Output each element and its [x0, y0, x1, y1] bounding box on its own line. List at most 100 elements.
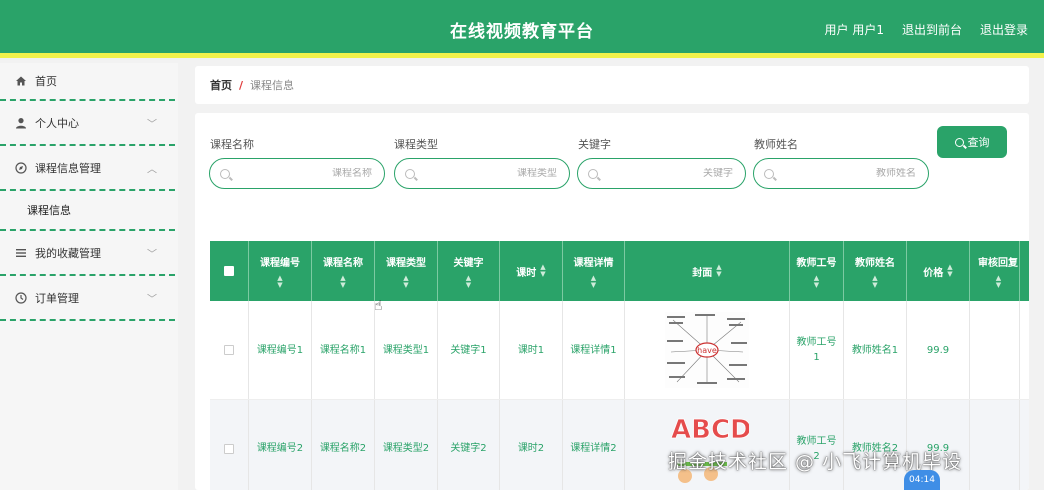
hours-cell: 课时1 — [500, 301, 563, 399]
search-icon — [764, 168, 774, 179]
column-label: 审核回复 — [978, 257, 1018, 269]
sidebar-item-favorites[interactable]: 我的收藏管理 ﹀ — [0, 231, 175, 276]
sidebar-item-label: 订单管理 — [35, 291, 79, 305]
course-id-cell: 课程编号2 — [249, 400, 312, 490]
sidebar-item-orders[interactable]: 订单管理 ﹀ — [0, 276, 175, 321]
chevron-up-icon: ︿ — [147, 164, 157, 175]
search-button-label: 查询 — [967, 136, 990, 149]
keyword-cell: 关键字2 — [438, 400, 500, 490]
row-select-cell — [210, 400, 249, 490]
sort-icon: ▲ ▼ — [947, 263, 953, 278]
sidebar-item-label: 首页 — [35, 75, 57, 88]
course-type-input[interactable] — [415, 168, 557, 179]
current-user[interactable]: 用户 用户1 — [825, 21, 884, 38]
sort-icon: ▲ ▼ — [540, 263, 546, 278]
search-icon — [220, 168, 230, 179]
sort-icon: ▲ ▼ — [340, 273, 346, 289]
search-icon — [405, 168, 415, 179]
breadcrumb: 首页 / 课程信息 — [195, 66, 1029, 104]
breadcrumb-home[interactable]: 首页 — [210, 77, 232, 93]
sort-icon: ▲ ▼ — [995, 273, 1002, 289]
keyword-input[interactable] — [598, 168, 733, 179]
search-icon — [954, 137, 964, 147]
main-panel: 课程名称 课程类型 关键字 教师姓名 查询 课程编号 ▲▼ — [195, 113, 1029, 490]
sidebar-item-label: 个人中心 — [35, 116, 79, 130]
review-reply-cell — [970, 400, 1020, 490]
breadcrumb-current: 课程信息 — [250, 79, 295, 92]
course-type-cell: 课程类型1 — [375, 301, 438, 399]
course-name-cell: 课程名称1 — [312, 301, 375, 399]
column-header-teacher-name[interactable]: 教师姓名 ▲ ▼ — [844, 241, 907, 301]
select-all-cell — [210, 241, 249, 301]
keyword-search-field — [577, 158, 746, 189]
sidebar-item-home[interactable]: 首页 — [0, 63, 175, 101]
column-label: 封面 — [692, 267, 713, 279]
table-header: 课程编号 ▲ ▼ 课程名称 ▲ ▼ 课程类型 ▲ ▼ 关键字 ▲ ▼ 课时 ▲ ▼ 课程详… — [210, 241, 1029, 301]
teacher-name-search-field — [753, 158, 929, 189]
back-to-front-link[interactable]: 退出到前台 — [902, 21, 962, 38]
logout-link[interactable]: 退出登录 — [980, 21, 1028, 38]
column-label: 教师工号 — [796, 257, 837, 269]
teacher-name-cell: 教师姓名2 — [844, 400, 907, 490]
hours-cell: 课时2 — [500, 400, 563, 490]
compass-icon — [14, 161, 28, 175]
column-header-course-id[interactable]: 课程编号 ▲ ▼ — [249, 241, 312, 301]
column-label: 课程编号 — [260, 257, 300, 269]
sort-icon: ▲ ▼ — [465, 273, 472, 289]
select-all-checkbox[interactable] — [224, 266, 234, 276]
search-label-teacher-name: 教师姓名 — [754, 138, 798, 151]
course-id-cell: 课程编号1 — [249, 301, 312, 399]
sidebar-item-course-management[interactable]: 课程信息管理 ︿ — [0, 146, 175, 191]
column-header-course-name[interactable]: 课程名称 ▲ ▼ — [312, 241, 375, 301]
column-header-hours[interactable]: 课时 ▲ ▼ — [500, 241, 563, 301]
search-label-keyword: 关键字 — [578, 138, 611, 151]
course-name-input[interactable] — [230, 168, 372, 179]
keyword-cell: 关键字1 — [438, 301, 500, 399]
column-label: 价格 — [923, 267, 944, 279]
cover-image-mindmap[interactable]: have — [665, 312, 749, 388]
price-cell: 99.9 — [907, 301, 970, 399]
column-label: 课时 — [516, 267, 537, 279]
sort-icon: ▲ ▼ — [277, 273, 283, 289]
video-time-badge: 04:14 — [904, 470, 940, 490]
row-checkbox[interactable] — [224, 345, 234, 355]
column-label: 课程类型 — [386, 257, 426, 269]
user-icon — [14, 116, 28, 130]
column-header-course-type[interactable]: 课程类型 ▲ ▼ — [375, 241, 438, 301]
row-checkbox[interactable] — [224, 443, 234, 454]
sidebar-subitem-course-info[interactable]: 课程信息 — [0, 191, 175, 231]
search-button[interactable]: 查询 — [937, 126, 1007, 158]
course-name-cell: 课程名称2 — [312, 400, 375, 490]
table-row[interactable]: 课程编号1 课程名称1 课程类型1 关键字1 课时1 课程详情1 have 教师… — [210, 301, 1029, 399]
cover-cell: have — [625, 301, 790, 399]
sidebar-item-personal-center[interactable]: 个人中心 ﹀ — [0, 101, 175, 146]
column-label: 教师姓名 — [855, 257, 895, 269]
column-header-price[interactable]: 价格 ▲ ▼ — [907, 241, 970, 301]
search-label-course-name: 课程名称 — [210, 138, 254, 151]
search-icon — [588, 168, 598, 179]
chevron-down-icon: ﹀ — [147, 119, 157, 130]
sort-icon: ▲ ▼ — [813, 273, 820, 289]
sort-icon: ▲ ▼ — [590, 273, 597, 289]
course-detail-cell: 课程详情1 — [563, 301, 625, 399]
teacher-name-input[interactable] — [774, 168, 916, 179]
sidebar-item-label: 课程信息管理 — [35, 161, 101, 175]
course-type-search-field — [394, 158, 570, 189]
cover-word: ABCD — [671, 415, 749, 445]
breadcrumb-separator: / — [239, 78, 244, 92]
column-header-review-reply[interactable]: 审核回复 ▲ ▼ — [970, 241, 1020, 301]
review-reply-cell — [970, 301, 1020, 399]
row-select-cell — [210, 301, 249, 399]
course-name-search-field — [209, 158, 385, 189]
teacher-name-cell: 教师姓名1 — [844, 301, 907, 399]
column-header-keyword[interactable]: 关键字 ▲ ▼ — [438, 241, 500, 301]
sort-icon: ▲ ▼ — [872, 273, 878, 289]
sidebar: 首页 个人中心 ﹀ 课程信息管理 ︿ 课程信息 我的收藏管理 ﹀ 订单管理 ﹀ — [0, 63, 178, 490]
chevron-down-icon: ﹀ — [147, 249, 157, 260]
column-header-cover[interactable]: 封面 ▲ ▼ — [625, 241, 790, 301]
column-header-course-detail[interactable]: 课程详情 ▲ ▼ — [563, 241, 625, 301]
teacher-id-cell: 教师工号2 — [790, 400, 844, 490]
column-header-teacher-id[interactable]: 教师工号 ▲ ▼ — [790, 241, 844, 301]
list-icon — [14, 246, 28, 260]
header-actions: 用户 用户1 退出到前台 退出登录 — [825, 21, 1028, 38]
